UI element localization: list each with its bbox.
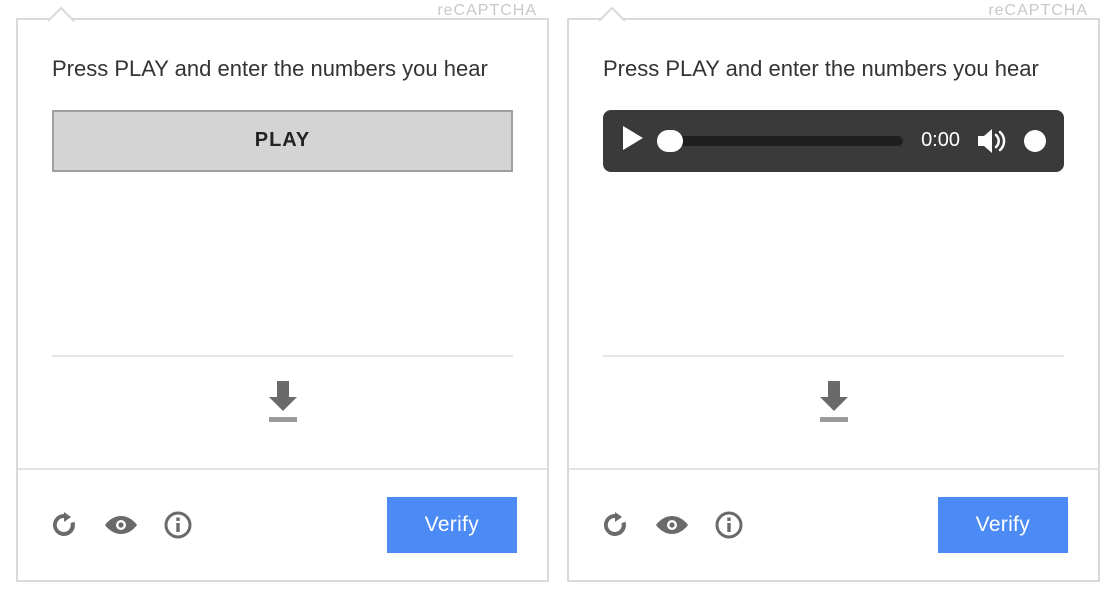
reload-icon[interactable]: [48, 509, 80, 541]
callout-pointer-left: [48, 6, 74, 20]
download-audio-button-right[interactable]: [814, 379, 854, 428]
download-audio-button-left[interactable]: [263, 379, 303, 428]
eye-icon[interactable]: [102, 509, 140, 541]
verify-button-label-right: Verify: [976, 513, 1030, 536]
player-volume-thumb[interactable]: [1024, 130, 1046, 152]
footer-icons-left: [48, 509, 194, 541]
separator-left: [52, 355, 513, 357]
player-seek-thumb[interactable]: [657, 130, 683, 152]
panel-body-right: Press PLAY and enter the numbers you hea…: [569, 20, 1098, 172]
captcha-panel-left: reCAPTCHA Press PLAY and enter the numbe…: [16, 18, 549, 582]
brand-label-right: reCAPTCHA: [988, 2, 1088, 20]
eye-icon[interactable]: [653, 509, 691, 541]
play-button-label: PLAY: [255, 129, 311, 152]
player-play-icon[interactable]: [621, 124, 645, 157]
play-button[interactable]: PLAY: [52, 110, 513, 172]
separator-right: [603, 355, 1064, 357]
panel-middle-right: [569, 172, 1098, 468]
instruction-text-left: Press PLAY and enter the numbers you hea…: [52, 54, 513, 84]
callout-pointer-right: [599, 6, 625, 20]
panel-middle-left: [18, 172, 547, 468]
player-time: 0:00: [921, 129, 960, 152]
verify-button-right[interactable]: Verify: [938, 497, 1068, 553]
panel-footer-right: Verify: [569, 468, 1098, 580]
panel-footer-left: Verify: [18, 468, 547, 580]
captcha-panel-right: reCAPTCHA Press PLAY and enter the numbe…: [567, 18, 1100, 582]
info-icon[interactable]: [162, 509, 194, 541]
panel-body-left: Press PLAY and enter the numbers you hea…: [18, 20, 547, 172]
stage: reCAPTCHA Press PLAY and enter the numbe…: [0, 0, 1116, 596]
player-seek-track[interactable]: [659, 136, 903, 146]
instruction-text-right: Press PLAY and enter the numbers you hea…: [603, 54, 1064, 84]
audio-player: 0:00: [603, 110, 1064, 172]
footer-icons-right: [599, 509, 745, 541]
verify-button-left[interactable]: Verify: [387, 497, 517, 553]
brand-label-left: reCAPTCHA: [437, 2, 537, 20]
player-volume-icon[interactable]: [976, 127, 1010, 155]
verify-button-label-left: Verify: [425, 513, 479, 536]
info-icon[interactable]: [713, 509, 745, 541]
reload-icon[interactable]: [599, 509, 631, 541]
